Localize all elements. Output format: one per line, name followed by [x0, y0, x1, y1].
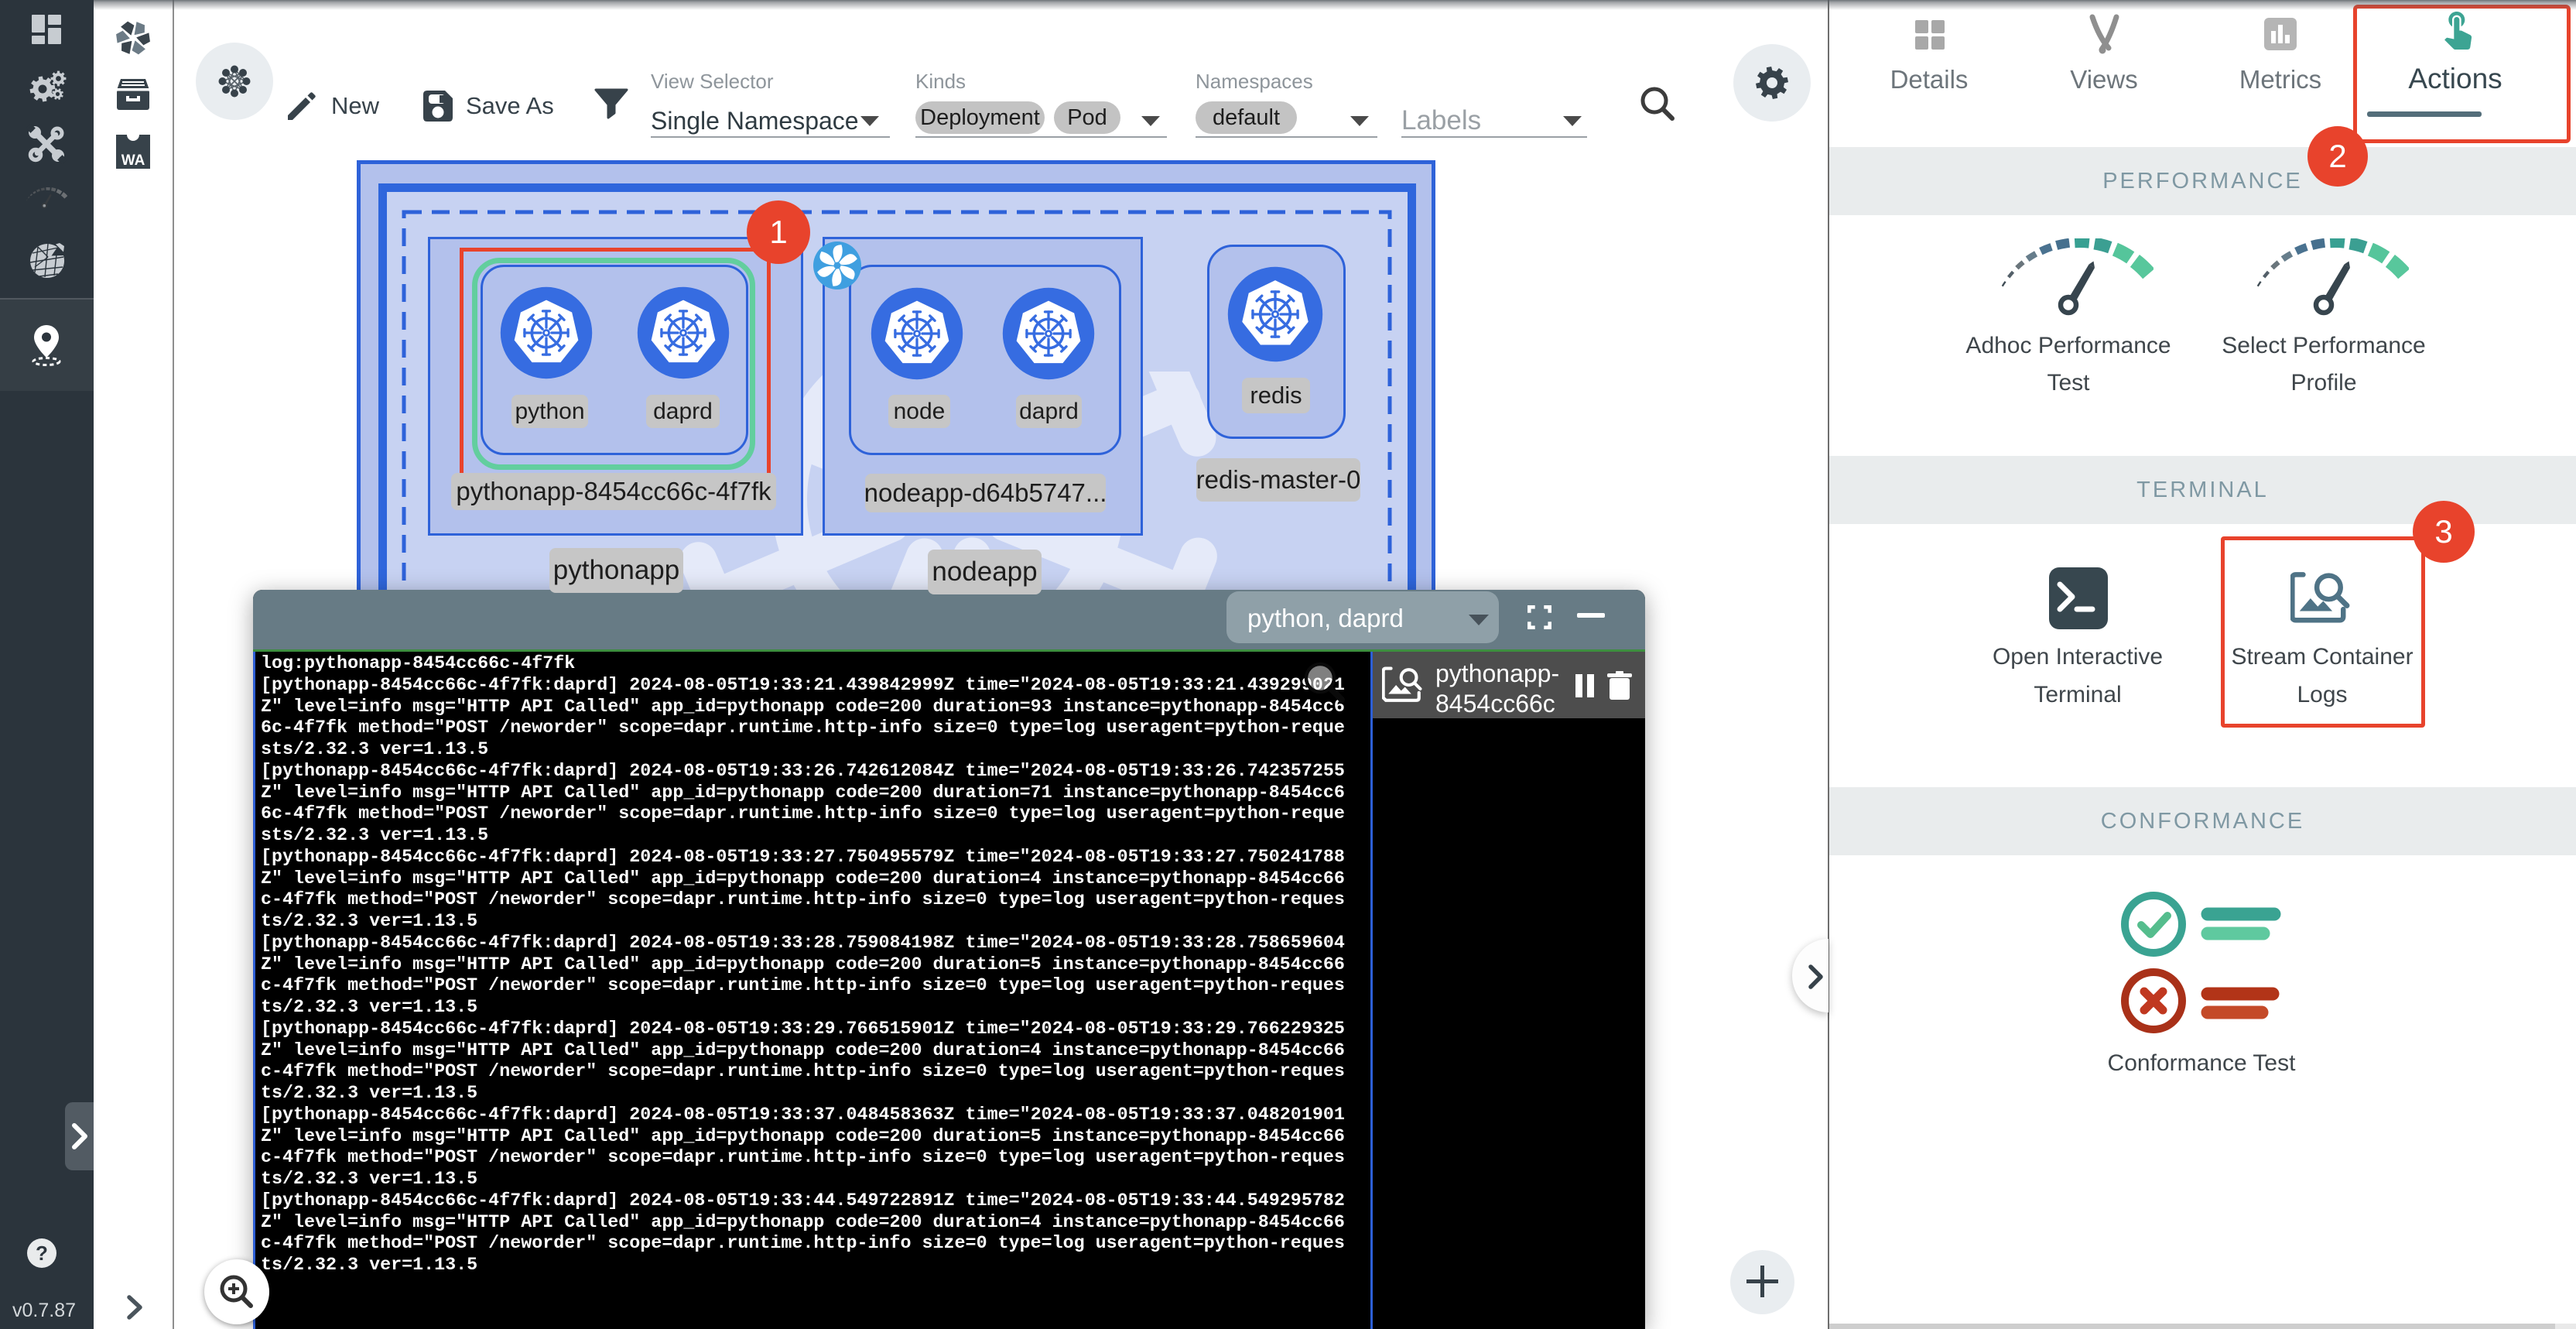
svg-text:WA: WA: [121, 152, 145, 169]
svg-text:?: ?: [36, 1242, 48, 1265]
